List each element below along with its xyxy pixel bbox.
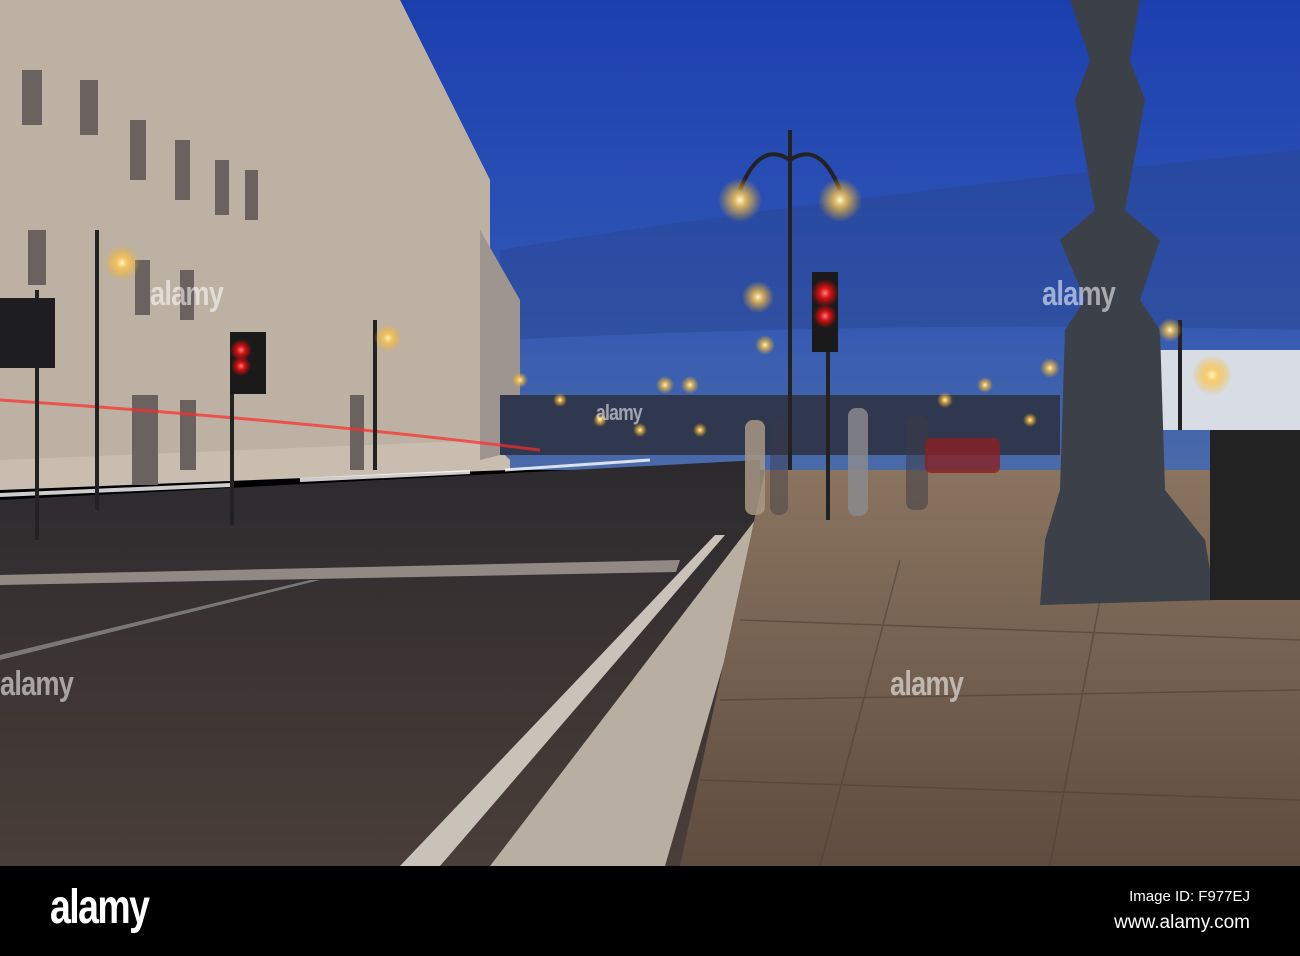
trash-bin: [1210, 430, 1300, 600]
sidewalk: [680, 470, 1300, 866]
watermark: alamy: [0, 665, 74, 703]
image-id: Image ID: F977EJ: [1129, 888, 1250, 905]
watermark: alamy: [596, 400, 643, 425]
watermark: alamy: [1042, 275, 1116, 313]
watermark: alamy: [150, 275, 224, 313]
footer-bar: alamy Image ID: F977EJ www.alamy.com: [0, 866, 1300, 956]
website-link[interactable]: www.alamy.com: [1114, 912, 1250, 934]
watermark: alamy: [890, 665, 964, 703]
alamy-logo[interactable]: alamy: [50, 880, 150, 935]
street-photo: [0, 0, 1300, 866]
